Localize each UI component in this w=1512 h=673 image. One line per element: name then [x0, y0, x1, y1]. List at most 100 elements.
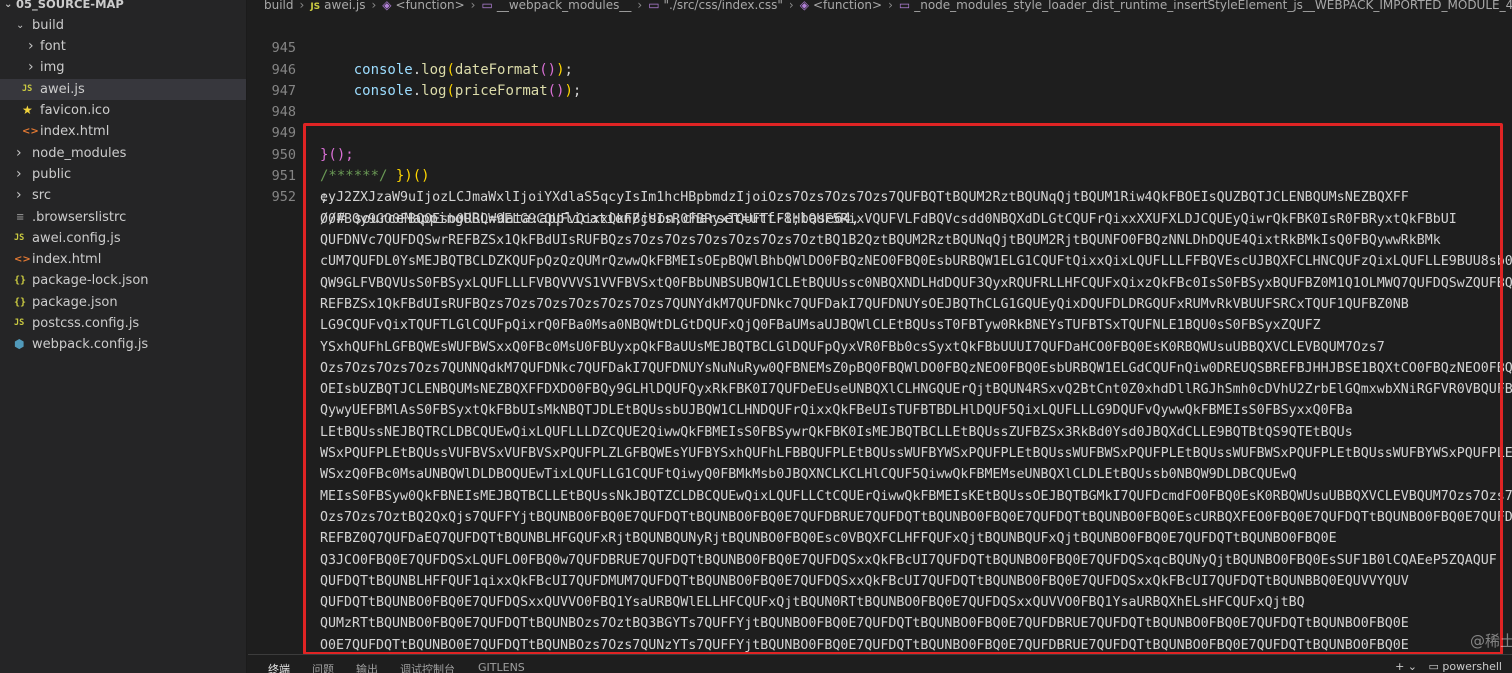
function-symbol-icon: ◈ [382, 0, 392, 12]
tab-gitlens[interactable]: GITLENS [478, 661, 525, 673]
chevron-right-icon: › [28, 38, 34, 55]
base64-sourcemap-line: REFBZ0Q7QUFDaEQ7QUFDQTtBQUNBLHFGQUFxRjtB… [320, 531, 1337, 547]
base64-sourcemap-line: Ozs7Ozs7OztBQ2QxQjs7QUFFYjtBQUNBO0FBQ0E7… [320, 509, 1512, 525]
code-line: 949 }(); [248, 102, 1512, 162]
explorer-item-awei-js[interactable]: JS awei.js [0, 78, 246, 100]
explorer-item-label: awei.config.js [32, 230, 121, 246]
js-file-icon: JS [310, 2, 321, 12]
chevron-right-icon: › [16, 187, 22, 204]
explorer-item-index-html[interactable]: <> index.html [0, 121, 246, 142]
breadcrumb-item[interactable]: <function> [396, 0, 465, 12]
tab-debug-console[interactable]: 调试控制台 [400, 661, 455, 673]
chevron-down-icon[interactable]: ⌄ [1408, 660, 1417, 673]
code-line: 947 [248, 60, 1512, 99]
base64-sourcemap-line: O0E7QUFDQTtBQUNBO0E7QUFDQTtBQUNBOzs7Ozs7… [320, 637, 1409, 653]
code-line: 946 console.log(priceFormat()); [248, 38, 1512, 99]
property-symbol-icon: ▭ [648, 0, 660, 12]
function-symbol-icon: ◈ [799, 0, 809, 12]
base64-sourcemap-line: MEIsS0FBSyw0QkFBNEIsMEJBQTBCLLEtBQUssNkJ… [320, 488, 1512, 504]
explorer-item-label: img [40, 60, 65, 76]
breadcrumb: build › JS awei.js › ◈ <function> › ▭ __webpack_m… [248, 0, 1512, 14]
explorer-item-label: package-lock.json [32, 273, 149, 289]
explorer-item-src[interactable]: › src [0, 185, 246, 206]
explorer-item-label: favicon.ico [40, 103, 111, 118]
tab-problems[interactable]: 问题 [312, 661, 334, 673]
explorer-item-label: font [40, 39, 66, 55]
new-terminal-button[interactable]: + [1395, 660, 1404, 673]
watermark: @稀土掘金技术社区 [1470, 632, 1512, 650]
explorer-item-package-lock-json[interactable]: {} package-lock.json [0, 270, 246, 291]
base64-sourcemap-line: QUFDQTtBQUNBLHFFQUF1qixxQkFBcUI7QUFDMUM7… [320, 573, 1409, 589]
code-editor[interactable]: 945 console.log(dateFormat()); 946 conso… [248, 14, 1512, 654]
base64-sourcemap-line: QywyUEFBMlAsS0FBSyxtQkFBbUIsMkNBQTJDLEtB… [320, 403, 1353, 419]
breadcrumb-item[interactable]: "./src/css/index.css" [664, 0, 783, 12]
chevron-down-icon: ⌄ [16, 19, 25, 31]
explorer-item-public[interactable]: › public [0, 164, 246, 185]
terminal-controls: + ⌄ ▭ powershell [1395, 660, 1502, 673]
explorer-item-build[interactable]: ⌄ build [0, 15, 246, 36]
json-file-icon: {} [14, 275, 27, 287]
explorer-item-postcss-config-js[interactable]: JS postcss.config.js [0, 313, 246, 334]
explorer-item-label: .browserslistrc [32, 209, 127, 225]
html-file-icon: <> [22, 126, 39, 138]
breadcrumb-item[interactable]: awei.js [324, 0, 365, 12]
base64-sourcemap-line: REFBZSx1QkFBdUIsRUFBQzs7Ozs7Ozs7Ozs7Ozs7… [320, 296, 1409, 312]
base64-sourcemap-line: O0FBQy9GO0FBQ0Esb0RBQW9ELG9CQUFvQixxQkFB… [320, 211, 1457, 227]
base64-sourcemap-line: QUFDNVc7QUFDQSwrREFBZSx1QkFBdUIsRUFBQzs7… [320, 233, 1441, 248]
base64-sourcemap-line: OEIsbUZBQTJCLENBQUMsNEZBQXFFDXDO0FBQy9GL… [320, 382, 1512, 398]
js-file-icon: JS [22, 83, 33, 94]
breadcrumb-item[interactable]: build [264, 0, 294, 12]
explorer-item-label: index.html [32, 252, 102, 268]
breadcrumb-item[interactable]: <function> [813, 0, 882, 12]
explorer-item-label: build [32, 17, 64, 33]
explorer-item-package-json[interactable]: {} package.json [0, 292, 246, 313]
star-file-icon: ★ [22, 103, 33, 117]
terminal-icon: ▭ [1428, 660, 1439, 673]
explorer-item-label: postcss.config.js [32, 316, 140, 331]
json-file-icon: {} [14, 296, 27, 308]
base64-sourcemap-line: QW9GLFVBQVUsS0FBSyxLQUFLLLFVBQVVVS1VVFBV… [320, 275, 1512, 291]
variable-symbol-icon: ▭ [898, 0, 911, 12]
code-line: 945 console.log(dateFormat()); [248, 17, 1512, 77]
shell-name[interactable]: powershell [1442, 660, 1502, 673]
explorer-item-label: node_modules [32, 145, 127, 161]
code-line: 948 [248, 81, 1512, 120]
explorer-item-index-html[interactable]: <> index.html [0, 249, 246, 270]
explorer-item-font[interactable]: › font [0, 36, 246, 57]
js-file-icon: JS [14, 318, 25, 328]
chevron-right-icon: › [788, 0, 794, 12]
explorer-item-browserslistrc[interactable]: ≡ .browserslistrc [0, 207, 246, 228]
base64-sourcemap-line: Q3JCO0FBQ0E7QUFDQSxLQUFLO0FBQ0w7QUFDBRUE… [320, 552, 1497, 568]
config-file-icon: ≡ [16, 211, 25, 223]
tab-terminal[interactable]: 终端 [268, 661, 290, 673]
explorer-item-favicon-ico[interactable]: ★ favicon.ico [0, 100, 246, 121]
chevron-right-icon: › [299, 0, 305, 12]
explorer-sidebar: ⌄ 05_SOURCE-MAP ⌄ build › font › img JS awei.js… [0, 0, 247, 673]
chevron-right-icon: › [371, 0, 377, 12]
chevron-right-icon: › [637, 0, 643, 12]
base64-sourcemap-line: LEtBQUssNEJBQTRCLDBCQUEwQixLQUFLLLDZCQUE… [320, 424, 1353, 440]
code-line: 952 //# sourceMappingURL=data:applicatio… [248, 166, 1512, 226]
chevron-right-icon: › [470, 0, 476, 12]
code-line: 950 /******/ })() [248, 124, 1512, 184]
base64-sourcemap-line: QUFDQTtBQUNBO0FBQ0E7QUFDQSxxQUVVO0FBQ1Ys… [320, 595, 1305, 611]
explorer-root[interactable]: ⌄ 05_SOURCE-MAP [0, 0, 246, 15]
base64-sourcemap-line: LG9CQUFvQixTQUFTLGlCQUFpQixrQ0FBa0Msa0NB… [320, 318, 1321, 334]
js-file-icon: JS [14, 232, 25, 243]
explorer-item-label: src [32, 188, 51, 204]
tab-output[interactable]: 输出 [356, 661, 378, 673]
breadcrumb-item[interactable]: _node_modules_style_loader_dist_runtime_… [914, 0, 1512, 12]
explorer-item-awei-config-js[interactable]: JS awei.config.js [0, 228, 246, 249]
chevron-right-icon: › [28, 59, 34, 76]
base64-sourcemap-line: eyJ2ZXJzaW9uIjozLCJmaWxlIjoiYXdlaS5qcyIs… [320, 190, 1409, 206]
explorer-item-label: package.json [32, 294, 118, 310]
code-line: 951 ; [248, 145, 1512, 205]
base64-sourcemap-line: QUMzRTtBQUNBO0FBQ0E7QUFDQTtBQUNBOzs7OztB… [320, 616, 1409, 632]
line-number: 952 [271, 189, 296, 206]
breadcrumb-item[interactable]: __webpack_modules__ [497, 0, 632, 12]
explorer-item-img[interactable]: › img [0, 57, 246, 78]
html-file-icon: <> [14, 254, 31, 266]
chevron-right-icon: › [888, 0, 893, 12]
explorer-item-webpack-config-js[interactable]: ⬢ webpack.config.js [0, 334, 246, 355]
explorer-item-node-modules[interactable]: › node_modules [0, 143, 246, 164]
